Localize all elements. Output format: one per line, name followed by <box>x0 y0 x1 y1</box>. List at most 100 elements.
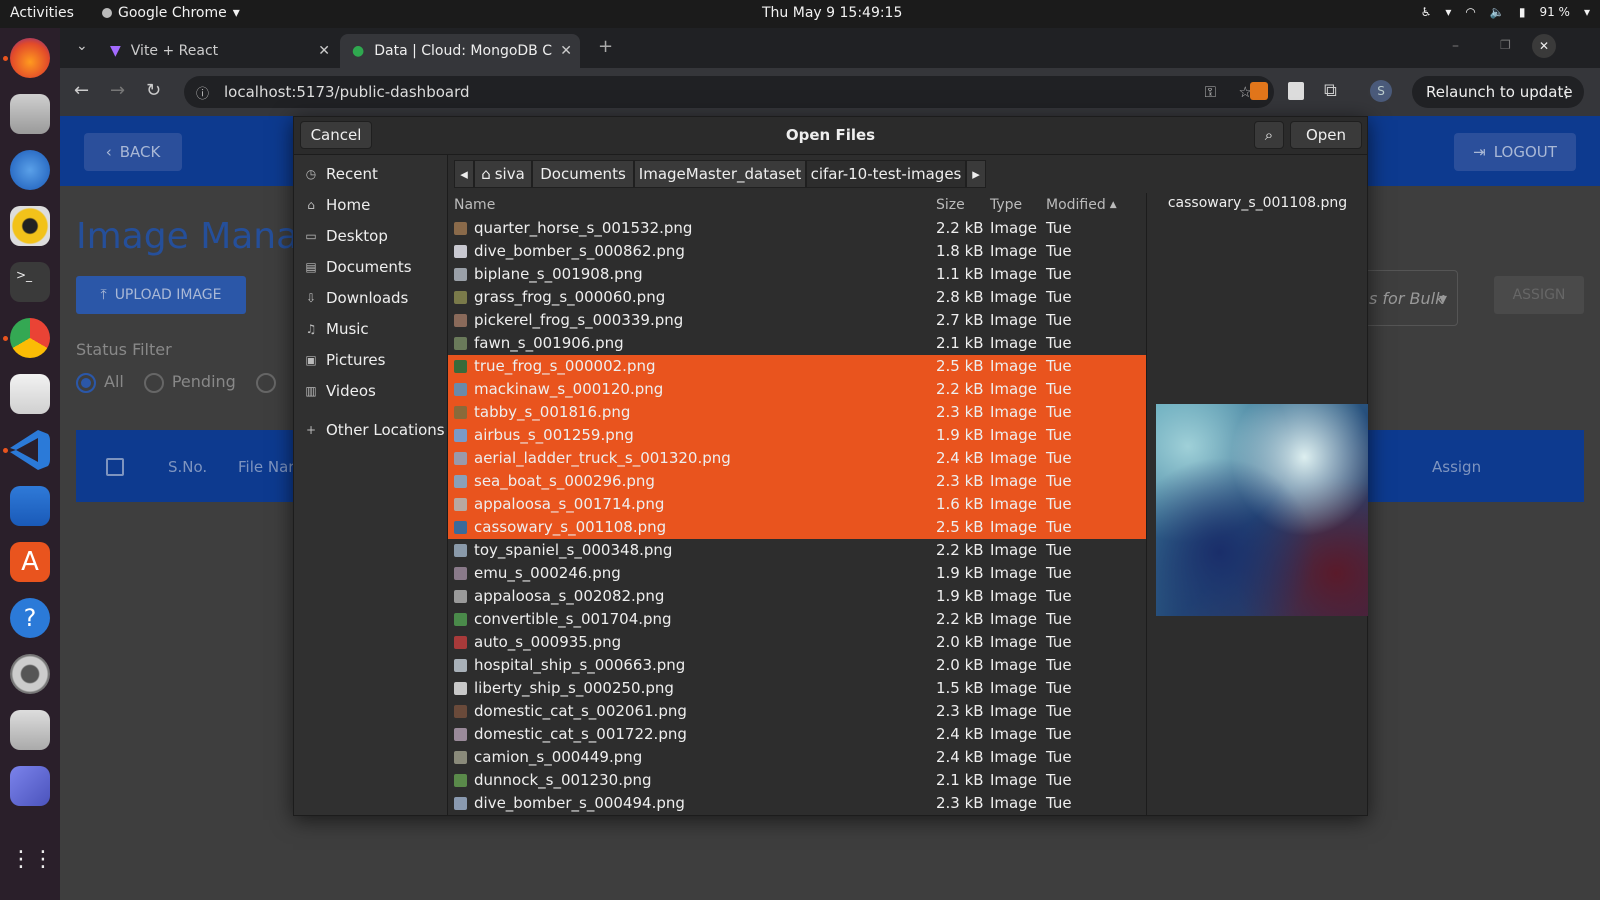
kebab-menu-icon[interactable]: ⋮ <box>1559 83 1574 101</box>
terminal-icon[interactable]: >_ <box>10 262 50 302</box>
vscode-icon[interactable] <box>10 430 50 470</box>
sidebar-item-other-locations[interactable]: + Other Locations <box>304 421 445 439</box>
close-window-icon[interactable]: ✕ <box>1532 34 1556 58</box>
restore-icon[interactable]: ❐ <box>1500 38 1511 52</box>
info-icon[interactable]: ⓘ <box>196 83 209 102</box>
col-type[interactable]: Type <box>990 193 1022 217</box>
col-name[interactable]: Name <box>454 193 495 217</box>
reload-icon[interactable]: ↻ <box>146 80 161 101</box>
file-modified: Tue <box>1046 633 1072 651</box>
file-row[interactable]: dive_bomber_s_000862.png 1.8 kB Image Tue <box>448 240 1146 263</box>
file-row[interactable]: appaloosa_s_002082.png 1.9 kB Image Tue <box>448 585 1146 608</box>
show-apps-icon[interactable]: ⋮⋮⋮ <box>10 840 76 880</box>
close-icon[interactable]: ✕ <box>560 43 572 59</box>
help-icon[interactable]: ? <box>10 598 50 638</box>
files-icon[interactable] <box>10 94 50 134</box>
tab-vite-react[interactable]: ▼ Vite + React ✕ <box>98 34 338 68</box>
file-row[interactable]: domestic_cat_s_002061.png 2.3 kB Image Tue <box>448 700 1146 723</box>
extension-icon[interactable] <box>1288 82 1304 100</box>
select-all-checkbox[interactable] <box>106 458 124 476</box>
file-row[interactable]: true_frog_s_000002.png 2.5 kB Image Tue <box>448 355 1146 378</box>
file-row[interactable]: grass_frog_s_000060.png 2.8 kB Image Tue <box>448 286 1146 309</box>
file-row[interactable]: pickerel_frog_s_000339.png 2.7 kB Image Tue <box>448 309 1146 332</box>
file-row[interactable]: mackinaw_s_000120.png 2.2 kB Image Tue <box>448 378 1146 401</box>
file-row[interactable]: dive_bomber_s_000494.png 2.3 kB Image Tue <box>448 792 1146 815</box>
sidebar-item-music[interactable]: ♫ Music <box>304 320 369 338</box>
tab-search-icon[interactable]: ⌄ <box>76 38 88 54</box>
sidebar-item-label: Recent <box>326 165 378 183</box>
teams-icon[interactable] <box>10 766 50 806</box>
file-row[interactable]: liberty_ship_s_000250.png 1.5 kB Image Tue <box>448 677 1146 700</box>
file-row[interactable]: cassowary_s_001108.png 2.5 kB Image Tue <box>448 516 1146 539</box>
app-center-icon[interactable]: A <box>10 542 50 582</box>
sidebar-item-videos[interactable]: ▥ Videos <box>304 382 376 400</box>
file-row[interactable]: sea_boat_s_000296.png 2.3 kB Image Tue <box>448 470 1146 493</box>
forward-icon[interactable]: → <box>110 80 125 101</box>
address-bar[interactable]: ⓘ localhost:5173/public-dashboard ⚿ ☆ <box>184 76 1274 108</box>
clock[interactable]: Thu May 9 15:49:15 <box>762 5 902 21</box>
sidebar-item-downloads[interactable]: ⇩ Downloads <box>304 289 408 307</box>
crumb-imagemaster-dataset[interactable]: ImageMaster_dataset <box>634 160 806 188</box>
file-row[interactable]: fawn_s_001906.png 2.1 kB Image Tue <box>448 332 1146 355</box>
radio-other[interactable] <box>255 372 284 393</box>
radio-all[interactable]: All <box>76 372 124 393</box>
system-tray[interactable]: ♿ ▾ ◠ 🔈 ▮ 91 % ▾ <box>1421 5 1590 19</box>
open-button[interactable]: Open <box>1290 121 1362 149</box>
new-tab-icon[interactable]: + <box>598 36 613 57</box>
file-row[interactable]: hospital_ship_s_000663.png 2.0 kB Image Tue <box>448 654 1146 677</box>
sidebar-item-home[interactable]: ⌂ Home <box>304 196 370 214</box>
file-row[interactable]: camion_s_000449.png 2.4 kB Image Tue <box>448 746 1146 769</box>
file-row[interactable]: biplane_s_001908.png 1.1 kB Image Tue <box>448 263 1146 286</box>
file-row[interactable]: domestic_cat_s_001722.png 2.4 kB Image Tue <box>448 723 1146 746</box>
sidebar-item-documents[interactable]: ▤ Documents <box>304 258 411 276</box>
rhythmbox-icon[interactable] <box>10 206 50 246</box>
metamask-extension-icon[interactable] <box>1250 82 1268 100</box>
firefox-icon[interactable] <box>10 38 50 78</box>
assign-button[interactable]: ASSIGN <box>1494 276 1584 314</box>
upload-image-button[interactable]: ⤒ UPLOAD IMAGE <box>76 276 246 314</box>
file-row[interactable]: quarter_horse_s_001532.png 2.2 kB Image Tue <box>448 217 1146 240</box>
file-row[interactable]: toy_spaniel_s_000348.png 2.2 kB Image Tue <box>448 539 1146 562</box>
file-modified: Tue <box>1046 472 1072 490</box>
tab-mongodb[interactable]: ● Data | Cloud: MongoDB C ✕ <box>340 34 580 68</box>
file-name: convertible_s_001704.png <box>474 610 672 628</box>
activities-button[interactable]: Activities <box>10 5 74 21</box>
back-button[interactable]: ‹ BACK <box>84 133 182 171</box>
file-row[interactable]: convertible_s_001704.png 2.2 kB Image Tue <box>448 608 1146 631</box>
minimize-icon[interactable]: – <box>1452 38 1459 54</box>
thunderbird-icon[interactable] <box>10 150 50 190</box>
file-row[interactable]: appaloosa_s_001714.png 1.6 kB Image Tue <box>448 493 1146 516</box>
relaunch-button[interactable]: Relaunch to update ⋮ <box>1412 76 1584 108</box>
sidebar-item-pictures[interactable]: ▣ Pictures <box>304 351 385 369</box>
sidebar-item-desktop[interactable]: ▭ Desktop <box>304 227 388 245</box>
libreoffice-writer-icon[interactable] <box>10 486 50 526</box>
screenshot-viewer-icon[interactable] <box>10 374 50 414</box>
puzzle-icon[interactable]: ⧉ <box>1324 80 1337 101</box>
search-button[interactable]: ⌕ <box>1254 121 1284 149</box>
sidebar-item-recent[interactable]: ◷ Recent <box>304 165 378 183</box>
crumb-siva[interactable]: ⌂ siva <box>474 160 532 188</box>
profile-avatar[interactable]: S <box>1370 80 1392 102</box>
file-row[interactable]: aerial_ladder_truck_s_001320.png 2.4 kB Im… <box>448 447 1146 470</box>
app-menu[interactable]: Google Chrome ▾ <box>102 5 240 21</box>
chrome-icon[interactable] <box>10 318 50 358</box>
path-scroll-left[interactable]: ◂ <box>454 160 474 188</box>
crumb-cifar-10-test-images[interactable]: cifar-10-test-images <box>806 160 966 188</box>
path-scroll-right[interactable]: ▸ <box>966 160 986 188</box>
back-icon[interactable]: ← <box>74 80 89 101</box>
col-modified[interactable]: Modified ▲ <box>1046 193 1117 217</box>
settings-icon[interactable] <box>10 654 50 694</box>
col-size[interactable]: Size <box>936 193 965 217</box>
key-icon[interactable]: ⚿ <box>1205 83 1216 101</box>
radio-pending[interactable]: Pending <box>143 372 236 393</box>
file-row[interactable]: tabby_s_001816.png 2.3 kB Image Tue <box>448 401 1146 424</box>
file-row[interactable]: airbus_s_001259.png 1.9 kB Image Tue <box>448 424 1146 447</box>
file-modified: Tue <box>1046 311 1072 329</box>
file-row[interactable]: emu_s_000246.png 1.9 kB Image Tue <box>448 562 1146 585</box>
crumb-documents[interactable]: Documents <box>532 160 634 188</box>
file-row[interactable]: auto_s_000935.png 2.0 kB Image Tue <box>448 631 1146 654</box>
close-icon[interactable]: ✕ <box>318 43 330 59</box>
magnifier-icon[interactable] <box>10 710 50 750</box>
logout-button[interactable]: ⇥ LOGOUT <box>1454 133 1576 171</box>
file-row[interactable]: dunnock_s_001230.png 2.1 kB Image Tue <box>448 769 1146 792</box>
